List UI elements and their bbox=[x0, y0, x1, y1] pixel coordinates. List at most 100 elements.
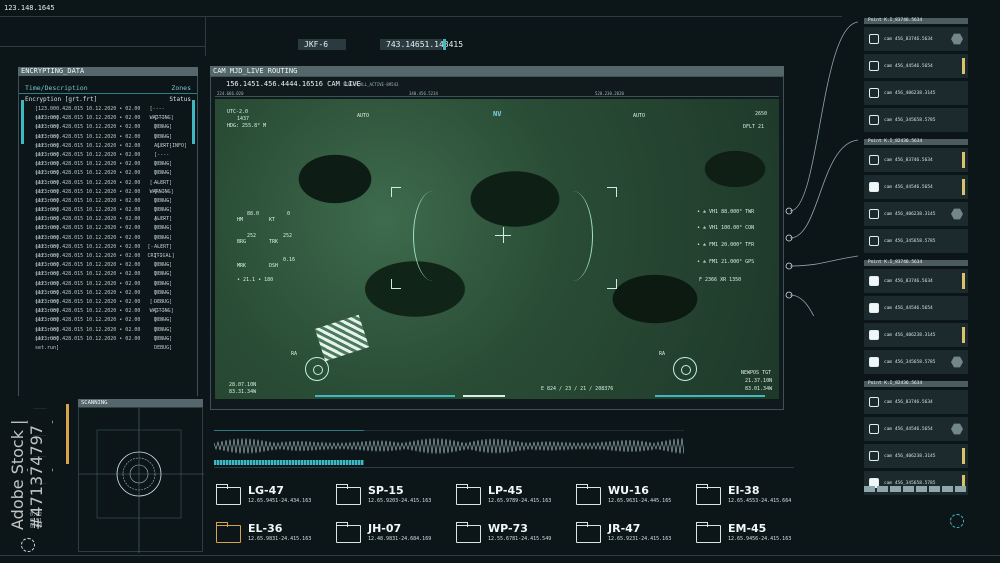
log-row[interactable]: [123.000.428.015 10.12.2020 • 02.00 set.… bbox=[19, 261, 197, 277]
camera-item[interactable]: cam 456_83746.5634 bbox=[864, 390, 968, 414]
folder-icon[interactable] bbox=[216, 522, 241, 543]
target-code[interactable]: SP-15 bbox=[368, 484, 404, 497]
camera-item[interactable]: cam 456_345658.5785 bbox=[864, 108, 968, 132]
camera-label: cam 456_406238.3145 bbox=[884, 90, 936, 96]
camera-checkbox[interactable] bbox=[869, 88, 879, 98]
log-time: [123.000.428.015 10.12.2020 • 02.00 set.… bbox=[35, 115, 141, 131]
log-row[interactable]: [123.000.428.015 10.12.2020 • 02.00 set.… bbox=[19, 307, 197, 324]
log-time: [123.000.428.015 10.12.2020 • 02.00 set.… bbox=[35, 298, 141, 315]
hud-target-ring-right[interactable] bbox=[673, 357, 697, 381]
log-row[interactable]: [123.000.428.015 10.12.2020 • 02.00 set.… bbox=[19, 215, 197, 231]
log-row[interactable]: [123.000.428.015 10.12.2020 • 02.00 set.… bbox=[19, 316, 197, 333]
camera-item[interactable]: cam 456_44546.5654 bbox=[864, 417, 968, 441]
folder-icon[interactable] bbox=[696, 522, 721, 543]
log-row[interactable]: [123.000.428.015 10.12.2020 • 02.00 set.… bbox=[19, 224, 197, 241]
target-code[interactable]: JR-47 bbox=[608, 522, 640, 535]
camera-checkbox[interactable] bbox=[869, 182, 879, 192]
camera-checkbox[interactable] bbox=[869, 330, 879, 340]
camera-item[interactable]: cam 456_44546.5654 bbox=[864, 296, 968, 320]
log-status: [----WAITING] bbox=[149, 298, 174, 315]
target-code[interactable]: LP-45 bbox=[488, 484, 523, 497]
camera-item[interactable]: cam 456_345658.5785 bbox=[864, 229, 968, 253]
target-code[interactable]: EM-45 bbox=[728, 522, 766, 535]
folder-icon[interactable] bbox=[456, 522, 481, 543]
hud-progress-right bbox=[655, 395, 765, 397]
folder-icon[interactable] bbox=[576, 522, 601, 543]
camera-item[interactable]: cam 456_406238.3145 bbox=[864, 202, 968, 226]
folder-icon[interactable] bbox=[696, 484, 721, 505]
log-status: [----DEBUG] bbox=[154, 253, 173, 269]
camera-checkbox[interactable] bbox=[869, 155, 879, 165]
folder-icon[interactable] bbox=[576, 484, 601, 505]
signal-strength-bar bbox=[214, 460, 364, 465]
camera-item[interactable]: cam 456_345658.5785 bbox=[864, 350, 968, 374]
camera-checkbox[interactable] bbox=[869, 424, 879, 434]
camera-checkbox[interactable] bbox=[869, 357, 879, 367]
camera-item[interactable]: cam 456_406238.3145 bbox=[864, 323, 968, 347]
target-code[interactable]: LG-47 bbox=[248, 484, 284, 497]
target-code[interactable]: JH-07 bbox=[368, 522, 401, 535]
log-row[interactable]: [123.000.428.015 10.12.2020 • 02.00 set.… bbox=[19, 335, 197, 351]
camera-item[interactable]: cam 456_83746.5634 bbox=[864, 269, 968, 293]
log-row[interactable]: [123.000.428.015 10.12.2020 • 02.00 set.… bbox=[19, 114, 197, 131]
hex-icon bbox=[951, 208, 963, 220]
log-row[interactable]: [123.000.428.015 10.12.2020 • 02.00 set.… bbox=[19, 280, 197, 296]
camera-item[interactable]: cam 456_44546.5654 bbox=[864, 54, 968, 78]
target-code[interactable]: EI-38 bbox=[728, 484, 759, 497]
camera-checkbox[interactable] bbox=[869, 236, 879, 246]
log-row[interactable]: [123.000.428.015 10.12.2020 • 02.00 set.… bbox=[19, 206, 197, 222]
log-row[interactable]: [123.000.428.015 10.12.2020 • 02.00 set.… bbox=[19, 197, 197, 213]
camera-item[interactable]: cam 456_406238.3145 bbox=[864, 81, 968, 105]
camera-checkbox[interactable] bbox=[869, 209, 879, 219]
log-row[interactable]: [123.000.428.015 10.12.2020 • 02.00 set.… bbox=[19, 326, 197, 342]
cam-video-feed[interactable]: UTC-2.0 1437 HDG: 255.8° M AUTO AUTO NV … bbox=[215, 99, 779, 399]
log-row[interactable]: [123.000.428.015 10.12.2020 • 02.00 set.… bbox=[19, 142, 197, 158]
folder-icon[interactable] bbox=[336, 522, 361, 543]
folder-icon[interactable] bbox=[456, 484, 481, 505]
target-code[interactable]: EL-36 bbox=[248, 522, 282, 535]
target-code[interactable]: WU-16 bbox=[608, 484, 649, 497]
log-status: [----DEBUG] bbox=[154, 188, 173, 204]
log-time: [123.000.428.015 10.12.2020 • 02.00 set.… bbox=[35, 308, 141, 324]
log-time: [123.000.428.015 10.12.2020 • 02.00 set.… bbox=[35, 317, 141, 333]
log-row[interactable]: [123.000.428.015 10.12.2020 • 02.00 set.… bbox=[19, 160, 197, 176]
log-time: [123.000.428.015 10.12.2020 • 02.00 set.… bbox=[35, 271, 141, 287]
camera-item[interactable]: cam 456_44546.5654 bbox=[864, 175, 968, 199]
scanning-radar bbox=[79, 408, 204, 553]
log-row[interactable]: [123.000.428.015 10.12.2020 • 02.00 set.… bbox=[19, 169, 197, 185]
camera-checkbox[interactable] bbox=[869, 276, 879, 286]
log-row[interactable]: [123.000.428.015 10.12.2020 • 02.00 set.… bbox=[19, 243, 197, 259]
camera-checkbox[interactable] bbox=[869, 34, 879, 44]
top-pill-coordinate[interactable]: 743.14651.148415 bbox=[380, 39, 463, 50]
log-row[interactable]: [123.000.428.015 10.12.2020 • 02.00 set.… bbox=[19, 151, 197, 167]
hud-corner-bl bbox=[391, 279, 401, 289]
log-row[interactable]: [123.000.428.015 10.12.2020 • 02.00 set.… bbox=[19, 289, 197, 305]
log-row[interactable]: [123.000.428.015 10.12.2020 • 02.00 set.… bbox=[19, 179, 197, 195]
log-row[interactable]: [123.000.428.015 10.12.2020 • 02.00 set.… bbox=[19, 234, 197, 250]
log-scrollbar-right[interactable] bbox=[192, 100, 195, 144]
camera-item[interactable]: cam 456_406238.3145 bbox=[864, 444, 968, 468]
camera-item[interactable]: cam 456_83746.5634 bbox=[864, 27, 968, 51]
point-group-title: Point K.I_82436.5634 bbox=[864, 381, 968, 387]
top-pill-jkf[interactable]: JKF-6 bbox=[298, 39, 346, 50]
log-row[interactable]: [123.000.428.015 10.12.2020 • 02.00 set.… bbox=[19, 270, 197, 287]
folder-icon[interactable] bbox=[336, 484, 361, 505]
log-list[interactable]: [123.000.428.015 10.12.2020 • 02.00 set.… bbox=[19, 105, 197, 351]
folder-icon[interactable] bbox=[216, 484, 241, 505]
camera-item[interactable]: cam 456_83746.5634 bbox=[864, 148, 968, 172]
log-time: [123.000.428.015 10.12.2020 • 02.00 set.… bbox=[35, 225, 141, 241]
camera-checkbox[interactable] bbox=[869, 115, 879, 125]
camera-checkbox[interactable] bbox=[869, 303, 879, 313]
camera-checkbox[interactable] bbox=[869, 397, 879, 407]
log-row[interactable]: [123.000.428.015 10.12.2020 • 02.00 set.… bbox=[19, 133, 197, 149]
log-time: [123.000.428.015 10.12.2020 • 02.00 set.… bbox=[35, 133, 141, 149]
log-scrollbar-left[interactable] bbox=[21, 100, 24, 144]
log-row[interactable]: [123.000.428.015 10.12.2020 • 02.00 set.… bbox=[19, 105, 197, 121]
log-row[interactable]: [123.000.428.015 10.12.2020 • 02.00 set.… bbox=[19, 252, 197, 269]
log-row[interactable]: [123.000.428.015 10.12.2020 • 02.00 set.… bbox=[19, 298, 197, 315]
log-row[interactable]: [123.000.428.015 10.12.2020 • 02.00 set.… bbox=[19, 123, 197, 139]
target-code[interactable]: WP-73 bbox=[488, 522, 528, 535]
log-row[interactable]: [123.000.428.015 10.12.2020 • 02.00 set.… bbox=[19, 188, 197, 204]
camera-checkbox[interactable] bbox=[869, 451, 879, 461]
camera-checkbox[interactable] bbox=[869, 61, 879, 71]
